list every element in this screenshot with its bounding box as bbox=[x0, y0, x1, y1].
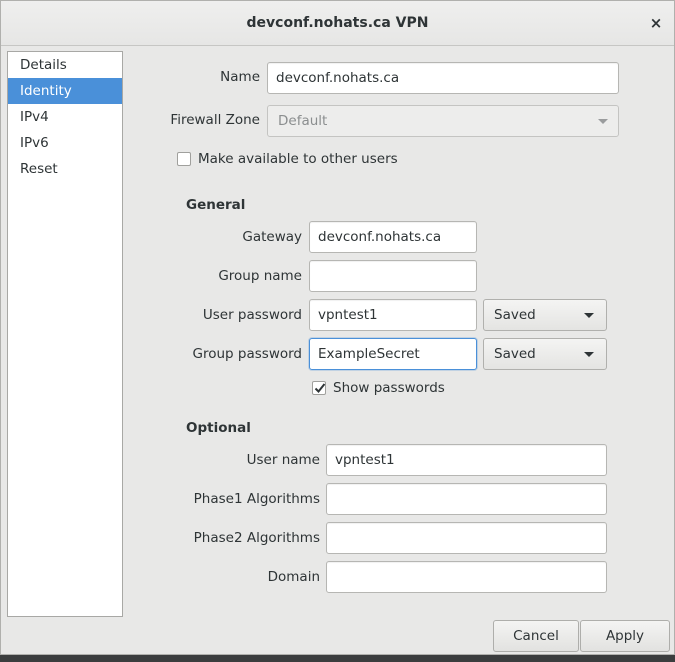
sidebar-item-ipv6[interactable]: IPv6 bbox=[8, 130, 122, 156]
user-name-label: User name bbox=[246, 452, 320, 468]
user-password-mode-dropdown[interactable]: Saved bbox=[483, 299, 607, 331]
sidebar-item-details[interactable]: Details bbox=[8, 52, 122, 78]
phase2-algorithms-input[interactable] bbox=[326, 522, 607, 554]
phase1-algorithms-label: Phase1 Algorithms bbox=[193, 491, 320, 507]
user-password-label: User password bbox=[202, 307, 302, 323]
titlebar: devconf.nohats.ca VPN × bbox=[1, 1, 674, 46]
share-label[interactable]: Make available to other users bbox=[198, 150, 398, 168]
apply-button[interactable]: Apply bbox=[580, 620, 670, 652]
chevron-down-icon bbox=[584, 352, 594, 357]
dialog-title: devconf.nohats.ca VPN bbox=[246, 15, 429, 31]
sidebar: Details Identity IPv4 IPv6 Reset bbox=[7, 51, 123, 617]
share-checkbox[interactable] bbox=[177, 152, 191, 166]
background-strip bbox=[0, 655, 675, 662]
phase2-algorithms-label: Phase2 Algorithms bbox=[193, 530, 320, 546]
firewall-zone-select[interactable]: Default bbox=[267, 105, 619, 137]
close-icon[interactable]: × bbox=[646, 13, 666, 33]
firewall-zone-value: Default bbox=[278, 113, 328, 129]
checkmark-icon bbox=[314, 383, 326, 393]
firewall-zone-label: Firewall Zone bbox=[170, 112, 260, 128]
sidebar-item-reset[interactable]: Reset bbox=[8, 156, 122, 182]
show-passwords-checkbox[interactable] bbox=[312, 381, 326, 395]
general-heading: General bbox=[186, 197, 246, 213]
user-name-input[interactable]: vpntest1 bbox=[326, 444, 607, 476]
phase1-algorithms-input[interactable] bbox=[326, 483, 607, 515]
chevron-down-icon bbox=[584, 313, 594, 318]
cancel-button[interactable]: Cancel bbox=[493, 620, 579, 652]
group-password-input[interactable]: ExampleSecret bbox=[309, 338, 477, 370]
name-label: Name bbox=[220, 69, 260, 85]
show-passwords-label[interactable]: Show passwords bbox=[333, 379, 445, 397]
name-input[interactable]: devconf.nohats.ca bbox=[267, 62, 619, 94]
group-password-mode-dropdown[interactable]: Saved bbox=[483, 338, 607, 370]
domain-input[interactable] bbox=[326, 561, 607, 593]
sidebar-item-identity[interactable]: Identity bbox=[8, 78, 122, 104]
optional-heading: Optional bbox=[186, 420, 251, 436]
chevron-down-icon bbox=[598, 119, 608, 124]
user-password-input[interactable]: vpntest1 bbox=[309, 299, 477, 331]
group-name-label: Group name bbox=[218, 268, 302, 284]
vpn-dialog: devconf.nohats.ca VPN × Details Identity… bbox=[0, 0, 675, 655]
user-password-mode-value: Saved bbox=[494, 307, 536, 323]
gateway-input[interactable]: devconf.nohats.ca bbox=[309, 221, 477, 253]
group-name-input[interactable] bbox=[309, 260, 477, 292]
group-password-mode-value: Saved bbox=[494, 346, 536, 362]
domain-label: Domain bbox=[267, 569, 320, 585]
sidebar-item-ipv4[interactable]: IPv4 bbox=[8, 104, 122, 130]
group-password-label: Group password bbox=[192, 346, 302, 362]
gateway-label: Gateway bbox=[242, 229, 302, 245]
